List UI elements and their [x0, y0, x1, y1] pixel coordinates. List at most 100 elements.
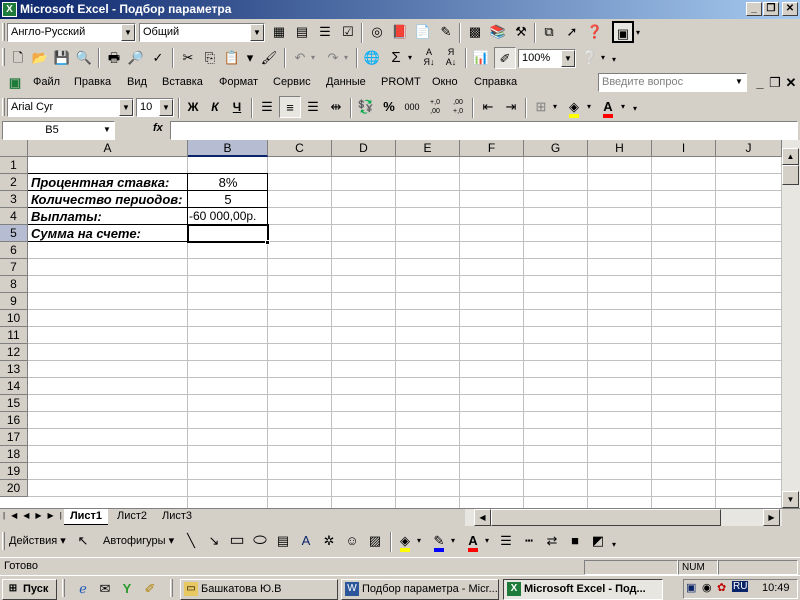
open-folder-icon[interactable]: 📂	[29, 47, 51, 69]
dash-style-icon[interactable]: ┅	[518, 530, 540, 552]
cell-a5[interactable]: Сумма на счете:	[31, 225, 141, 242]
toolbar-grip[interactable]	[2, 98, 5, 116]
menu-format[interactable]: Формат	[219, 71, 258, 93]
underline-button[interactable]: Ч	[226, 96, 248, 118]
list-icon[interactable]: ☰	[314, 21, 336, 43]
close-button[interactable]: ✕	[782, 2, 798, 16]
menu-data[interactable]: Данные	[326, 71, 366, 93]
italic-button[interactable]: К	[204, 96, 226, 118]
tab-sheet3[interactable]: Лист3	[156, 509, 198, 525]
grid-icon[interactable]: ▤	[291, 21, 313, 43]
shortcut-icon[interactable]: Y	[116, 578, 138, 600]
font-size-select[interactable]: 10 ▼	[136, 98, 174, 117]
align-center-icon[interactable]: ≡	[279, 96, 301, 118]
increase-indent-icon[interactable]: ⇥	[500, 96, 522, 118]
tray-app-icon[interactable]: ✿	[717, 581, 726, 594]
column-header-j[interactable]: J	[716, 140, 782, 157]
scroll-down-button[interactable]: ▼	[782, 491, 799, 508]
tools-icon[interactable]: ⚒	[510, 21, 532, 43]
undo-dropdown-icon[interactable]: ▾	[307, 47, 319, 69]
taskbar-item-excel[interactable]: X Microsoft Excel - Под...	[503, 579, 663, 600]
row-header-15[interactable]: 15	[0, 395, 28, 412]
row-header-3[interactable]: 3	[0, 191, 28, 208]
row-header-14[interactable]: 14	[0, 378, 28, 395]
volume-icon[interactable]: ◉	[702, 581, 712, 594]
select-all-corner[interactable]	[0, 140, 28, 157]
scroll-right-button[interactable]: ▶	[763, 509, 780, 526]
doc-close-button[interactable]: ✕	[780, 72, 800, 94]
autosum-dropdown-icon[interactable]: ▾	[404, 47, 416, 69]
fill-handle[interactable]	[265, 240, 270, 245]
fill-color-dropdown-icon[interactable]: ▾	[413, 530, 425, 552]
arrow-style-icon[interactable]: ⇄	[541, 530, 563, 552]
spreadsheet-grid[interactable]: A B C D E F G H I J 1 2 3 4 5 6 7 8 9 10…	[0, 140, 782, 508]
menu-tools[interactable]: Сервис	[273, 71, 311, 93]
decrease-indent-icon[interactable]: ⇤	[477, 96, 499, 118]
dictionary-icon[interactable]: 📕	[389, 21, 411, 43]
redo-dropdown-icon[interactable]: ▾	[340, 47, 352, 69]
vertical-scrollbar[interactable]: ▲ ▼	[782, 140, 800, 508]
menu-help[interactable]: Справка	[474, 71, 517, 93]
format-painter-icon[interactable]: 🖌	[258, 47, 280, 69]
start-button[interactable]: ⊞ Пуск	[2, 579, 57, 600]
network-icon[interactable]: ▣	[686, 581, 696, 594]
increase-decimal-button[interactable]: +,0 ,00	[424, 96, 446, 118]
window-icon[interactable]: ⧉	[538, 21, 560, 43]
autoshapes-menu[interactable]: Автофигуры ▾	[103, 530, 174, 552]
font-select[interactable]: Arial Cyr ▼	[7, 98, 134, 117]
sheet-icon[interactable]: ▩	[464, 21, 486, 43]
paste-options-icon[interactable]: ▾	[243, 47, 257, 69]
chart-wizard-icon[interactable]: 📊	[470, 47, 492, 69]
column-header-h[interactable]: H	[588, 140, 652, 157]
outlook-icon[interactable]: ✉	[94, 578, 116, 600]
cell-b3[interactable]: 5	[188, 191, 268, 208]
row-header-20[interactable]: 20	[0, 480, 28, 497]
row-header-6[interactable]: 6	[0, 242, 28, 259]
decrease-decimal-button[interactable]: ,00 +,0	[447, 96, 469, 118]
toolbar-grip[interactable]	[2, 48, 5, 66]
toolbar-options-icon[interactable]: ▾	[636, 28, 640, 37]
font-color-dropdown-icon[interactable]: ▾	[617, 96, 629, 118]
borders-dropdown-icon[interactable]: ▾	[549, 96, 561, 118]
books-icon[interactable]: 📚	[487, 21, 509, 43]
cell-b5-selected[interactable]	[187, 224, 269, 243]
toolbar-options-icon[interactable]: ▾	[612, 55, 616, 64]
align-left-icon[interactable]: ☰	[256, 96, 278, 118]
paste-icon[interactable]: 📋	[221, 47, 243, 69]
arrow-icon[interactable]: ↘	[203, 530, 225, 552]
column-header-a[interactable]: A	[28, 140, 188, 157]
cut-icon[interactable]: ✂	[177, 47, 199, 69]
table-icon[interactable]: ▦	[268, 21, 290, 43]
menu-view[interactable]: Вид	[127, 71, 147, 93]
cell-b4[interactable]: -60 000,00р.	[188, 208, 268, 225]
row-header-2[interactable]: 2	[0, 174, 28, 191]
oval-icon[interactable]: ⬭	[249, 530, 271, 552]
row-header-16[interactable]: 16	[0, 412, 28, 429]
chevron-down-icon[interactable]: ▼	[250, 24, 264, 41]
help-icon[interactable]: ❓	[584, 21, 606, 43]
line-style-icon[interactable]: ☰	[495, 530, 517, 552]
spelling-icon[interactable]: ✓	[147, 47, 169, 69]
row-header-1[interactable]: 1	[0, 157, 28, 174]
ie-icon[interactable]: ℯ	[72, 578, 94, 600]
help-dropdown-icon[interactable]: ▾	[597, 47, 609, 69]
wordart-icon[interactable]: A	[295, 530, 317, 552]
bold-button[interactable]: Ж	[182, 96, 204, 118]
excel-icon[interactable]: X	[2, 2, 17, 17]
save-icon[interactable]: 💾	[51, 47, 73, 69]
chevron-down-icon[interactable]: ▼	[732, 74, 746, 91]
column-header-g[interactable]: G	[524, 140, 588, 157]
edit-icon[interactable]: ✎	[435, 21, 457, 43]
zoom-select[interactable]: 100% ▼	[518, 49, 576, 68]
translate-icon[interactable]: ◎	[366, 21, 388, 43]
sort-ascending-icon[interactable]: А Я↓	[418, 47, 440, 69]
percent-button[interactable]: %	[378, 96, 400, 118]
chevron-down-icon[interactable]: ▼	[100, 122, 114, 139]
row-header-4[interactable]: 4	[0, 208, 28, 225]
cell-a4[interactable]: Выплаты:	[31, 208, 102, 225]
chevron-down-icon[interactable]: ▼	[561, 50, 575, 67]
toolbar-grip[interactable]	[2, 23, 5, 41]
tab-nav-arrows[interactable]: |◀◀▶▶|	[3, 511, 68, 520]
row-header-19[interactable]: 19	[0, 463, 28, 480]
arrow-icon[interactable]: ➚	[561, 21, 583, 43]
